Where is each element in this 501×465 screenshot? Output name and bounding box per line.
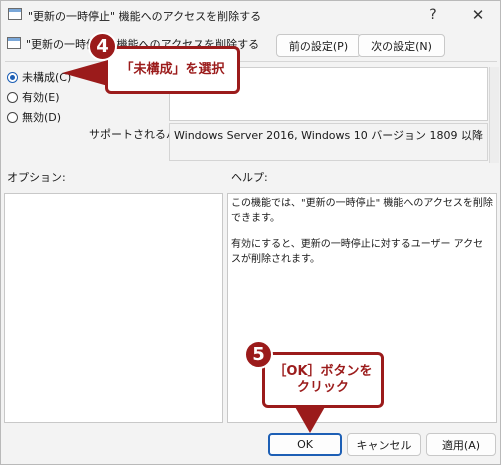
radio-disabled-dot[interactable] [7, 111, 18, 123]
step5-number-badge: 5 [244, 340, 273, 369]
options-heading: オプション: [7, 171, 66, 184]
setting-icon [7, 37, 21, 49]
title-bar: "更新の一時停止" 機能へのアクセスを削除する ? ✕ [1, 1, 500, 29]
radio-enabled-label: 有効(E) [22, 91, 60, 104]
radio-not-configured-dot[interactable] [7, 71, 18, 83]
radio-disabled[interactable]: 無効(D) [7, 109, 61, 125]
radio-enabled[interactable]: 有効(E) [7, 89, 60, 105]
help-paragraph-2: 有効にすると、更新の一時停止に対するユーザー アクセスが削除されます。 [231, 239, 484, 265]
step5-callout-line2: クリック [296, 380, 349, 395]
step4-callout: 「未構成」を選択 [105, 46, 240, 94]
options-panel [4, 193, 223, 423]
ok-button[interactable]: OK [268, 433, 342, 456]
cancel-button[interactable]: キャンセル [347, 433, 421, 456]
step5-pointer-arrow [294, 405, 326, 433]
help-heading: ヘルプ: [231, 171, 268, 184]
next-setting-button[interactable]: 次の設定(N) [358, 34, 445, 57]
window-title: "更新の一時停止" 機能へのアクセスを削除する [28, 10, 262, 23]
step4-callout-text: 「未構成」を選択 [120, 62, 225, 77]
radio-enabled-dot[interactable] [7, 91, 18, 103]
apply-button[interactable]: 適用(A) [426, 433, 496, 456]
step5-callout: ［OK］ボタンを クリック [262, 352, 384, 408]
step4-number-badge: 4 [88, 32, 117, 61]
help-paragraph-1: この機能では、"更新の一時停止" 機能へのアクセスを削除できます。 [231, 198, 493, 224]
policy-app-icon [8, 8, 22, 20]
comment-scrollbar[interactable] [489, 67, 499, 163]
radio-disabled-label: 無効(D) [22, 111, 62, 124]
previous-setting-button[interactable]: 前の設定(P) [276, 34, 361, 57]
supported-on-value: Windows Server 2016, Windows 10 バージョン 18… [169, 123, 488, 161]
step4-pointer-arrow [62, 60, 108, 86]
step5-callout-line1: ［OK］ボタンを [273, 364, 373, 379]
help-icon[interactable]: ? [411, 1, 455, 29]
close-icon[interactable]: ✕ [456, 1, 500, 29]
